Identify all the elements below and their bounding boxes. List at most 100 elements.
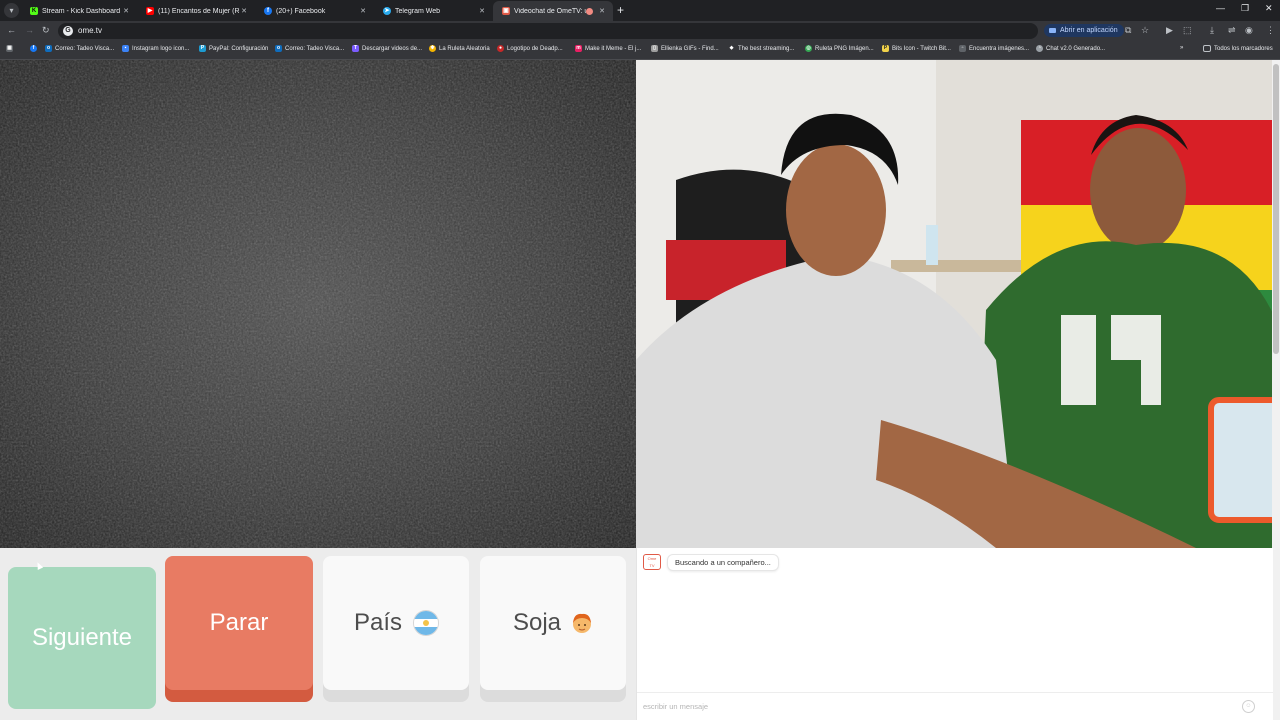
globe-icon: ◎ [805, 45, 812, 52]
tab-title: (20+) Facebook [276, 7, 326, 15]
tab-kick[interactable]: K Stream - Kick Dashboard ✕ [21, 1, 137, 21]
bookmark-item[interactable]: ● Logotipo de Deadp... [497, 45, 563, 52]
close-icon[interactable]: ✕ [358, 7, 368, 15]
argentina-flag-icon [414, 611, 439, 635]
site-info-icon[interactable]: G [63, 26, 73, 36]
scrollbar-thumb[interactable] [1273, 64, 1279, 354]
bookmark-label: Encuentra imágenes... [969, 45, 1030, 52]
stop-button[interactable]: Parar [165, 556, 313, 690]
extensions-icon[interactable]: ⬚ [1183, 25, 1192, 35]
static-noise [0, 60, 636, 548]
country-filter-button[interactable]: País [323, 556, 469, 690]
bookmark-item[interactable]: m Make it Meme - El j... [575, 45, 641, 52]
bookmark-item[interactable]: ◎ Ruleta PNG Imágen... [805, 45, 874, 52]
bookmark-item[interactable]: P Bits Icon - Twitch Bit... [882, 45, 951, 52]
url-text: ome.tv [78, 26, 103, 35]
all-bookmarks-label: Todos los marcadores [1214, 45, 1273, 52]
close-icon[interactable]: ✕ [477, 7, 487, 15]
image-icon: ▫ [959, 45, 966, 52]
close-icon[interactable]: ✕ [597, 7, 607, 15]
tab-facebook[interactable]: f (20+) Facebook ✕ [255, 1, 374, 21]
reload-icon[interactable]: ↻ [42, 25, 50, 36]
bookmark-item[interactable]: o Correo: Tadeo Visca... [275, 45, 344, 52]
bookmark-item[interactable]: T Descargar videos de... [352, 45, 422, 52]
bookmark-facebook[interactable]: f [30, 45, 40, 52]
maximize-icon[interactable]: ❐ [1241, 3, 1249, 14]
boy-emoji-icon [571, 611, 593, 635]
ometv-logo-icon: Ome TV [643, 554, 661, 570]
open-in-app-button[interactable]: Abrir en aplicación [1044, 24, 1124, 37]
cast-icon[interactable]: ⇌ [1228, 25, 1236, 35]
deadpool-icon: ● [497, 45, 504, 52]
bookmark-item[interactable]: o Correo: Tadeo Visca... [45, 45, 114, 52]
bookmarks-bar: ▦ f o Correo: Tadeo Visca... ▪ Instagram l… [0, 41, 1280, 60]
gender-button-label: Soja [512, 609, 562, 636]
emoji-icon[interactable]: ☺ [1242, 700, 1255, 713]
bookmark-item[interactable]: ▯ Ellienka GIFs - Find... [651, 45, 719, 52]
bookmark-label: Make it Meme - El j... [585, 45, 642, 52]
tab-title: Videochat de OmeTV: una [514, 7, 586, 15]
ometv-icon: ▣ [502, 7, 510, 15]
next-button-label: Siguiente [31, 624, 133, 651]
new-tab-icon[interactable]: + [617, 3, 624, 17]
close-icon[interactable]: ✕ [239, 7, 249, 15]
tab-ometv[interactable]: ▣ Videochat de OmeTV: una ✕ [493, 1, 613, 21]
bookmark-label: Logotipo de Deadp... [507, 45, 563, 52]
bookmark-label: The best streaming... [738, 45, 795, 52]
bookmark-item[interactable]: ◆ The best streaming... [728, 45, 795, 52]
page-icon: ▯ [651, 45, 658, 52]
bookmark-label: Ruleta PNG Imágen... [815, 45, 874, 52]
chat-status-message: Buscando a un compañero... [667, 554, 779, 571]
wheel-icon: ✱ [429, 45, 436, 52]
folder-icon [1203, 45, 1211, 52]
bits-icon: P [882, 45, 889, 52]
window-close-icon[interactable]: ✕ [1265, 3, 1273, 14]
translate-icon[interactable]: ⧉ [1125, 25, 1131, 35]
bookmark-item[interactable]: ◔ Chat v2.0 Generado... [1036, 45, 1105, 52]
bookmark-item[interactable]: ✱ La Ruleta Aleatoria [429, 45, 490, 52]
more-bookmarks-icon[interactable]: » [1180, 45, 1183, 51]
outlook-icon: o [45, 45, 52, 52]
back-icon[interactable]: ← [7, 25, 16, 35]
media-icon[interactable]: ▶ [1166, 25, 1173, 35]
next-button[interactable]: Siguiente [8, 567, 156, 709]
profile-avatar-icon[interactable]: ◉ [1245, 25, 1253, 35]
partner-video-static [0, 60, 636, 548]
gender-filter-button[interactable]: Soja [480, 556, 626, 690]
bookmark-label: Descargar videos de... [362, 45, 423, 52]
chat-icon: ◔ [1036, 45, 1043, 52]
webcam-scene [636, 60, 1272, 548]
outlook-icon: o [275, 45, 282, 52]
apps-icon[interactable]: ▦ [6, 45, 16, 52]
youtube-icon: ▶ [146, 7, 154, 15]
bookmark-label: Correo: Tadeo Visca... [55, 45, 115, 52]
all-bookmarks[interactable]: Todos los marcadores [1203, 45, 1273, 52]
address-bar[interactable]: G ome.tv [58, 23, 1038, 39]
minimize-icon[interactable]: — [1216, 3, 1225, 13]
tab-youtube[interactable]: ▶ (11) Encantos de Mujer (Radio ✕ [137, 1, 255, 21]
telegram-icon: ➤ [383, 7, 391, 15]
tab-strip: ▾ K Stream - Kick Dashboard ✕ ▶ (11) Enc… [0, 0, 1280, 21]
bookmark-label: Correo: Tadeo Visca... [285, 45, 345, 52]
chat-controls: Siguiente Parar País Soja [0, 548, 636, 720]
tab-telegram[interactable]: ➤ Telegram Web ✕ [374, 1, 493, 21]
download-icon[interactable]: ⤓ [1210, 25, 1214, 35]
page-scrollbar[interactable] [1272, 60, 1280, 720]
bookmark-label: Chat v2.0 Generado... [1046, 45, 1106, 52]
bookmark-star-icon[interactable]: ☆ [1141, 25, 1149, 35]
diamond-icon: ◆ [729, 45, 734, 51]
bookmark-label: Bits Icon - Twitch Bit... [892, 45, 951, 52]
forward-icon[interactable]: → [25, 25, 34, 35]
facebook-icon: f [30, 45, 37, 52]
recording-icon [586, 7, 593, 15]
bookmark-item[interactable]: P PayPal: Configuración [199, 45, 268, 52]
bookmark-item[interactable]: ▫ Encuentra imágenes... [959, 45, 1029, 52]
twitch-dl-icon: T [352, 45, 359, 52]
stop-button-label: Parar [209, 609, 269, 636]
tab-search-icon[interactable]: ▾ [4, 3, 19, 18]
facebook-icon: f [264, 7, 272, 15]
bookmark-item[interactable]: ▪ Instagram logo icon... [122, 45, 189, 52]
close-icon[interactable]: ✕ [121, 7, 131, 15]
menu-icon[interactable]: ⋮ [1266, 25, 1275, 35]
chat-message-input[interactable] [637, 692, 1273, 720]
